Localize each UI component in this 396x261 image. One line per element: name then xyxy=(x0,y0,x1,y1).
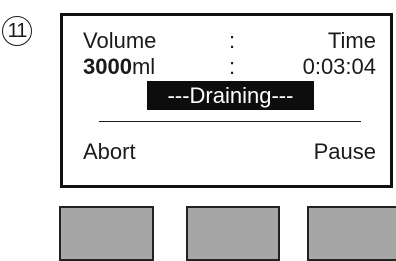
left-hardware-button[interactable] xyxy=(59,206,154,261)
volume-unit: ml xyxy=(131,54,156,79)
abort-softkey-label: Abort xyxy=(83,139,136,164)
step-number-badge: 11 xyxy=(2,16,32,46)
separator-colon: : xyxy=(229,28,236,53)
volume-label: Volume xyxy=(83,28,157,53)
softkey-divider xyxy=(99,121,361,122)
pause-softkey-label: Pause xyxy=(313,139,376,164)
status-banner: ---Draining--- xyxy=(147,81,314,110)
volume-readout: 3000ml xyxy=(83,56,155,78)
separator-colon: : xyxy=(229,54,236,79)
right-hardware-button[interactable] xyxy=(307,206,396,261)
middle-hardware-button[interactable] xyxy=(186,206,280,261)
time-value: 0:03:04 xyxy=(302,54,376,79)
volume-value: 3000 xyxy=(83,54,132,79)
time-label: Time xyxy=(327,28,376,53)
lcd-display: Volume : Time 3000ml : 0:03:04 ---Draini… xyxy=(60,13,393,188)
